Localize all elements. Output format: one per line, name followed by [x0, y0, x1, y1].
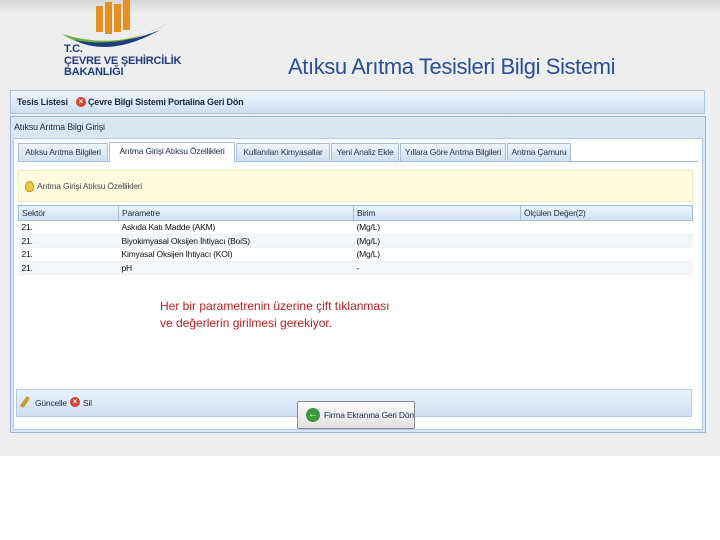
cell-measured-value[interactable] — [520, 247, 693, 262]
delete-icon: × — [70, 397, 80, 407]
section-label: Arıtma Girişi Atıksu Özellikleri — [37, 181, 143, 191]
return-to-company-button[interactable]: ← Firma Ekranına Geri Dön — [297, 401, 415, 429]
facility-list-link[interactable]: Tesis Listesi — [17, 97, 68, 107]
app-window: T.C. ÇEVRE VE ŞEHİRCİLİK BAKANLIĞI Atıks… — [0, 0, 720, 456]
tab-treatment-info[interactable]: Atıksu Arıtma Bilgileri — [18, 143, 108, 161]
cell-unit: (Mg/L) — [353, 234, 521, 248]
org-line-1: T.C. — [64, 43, 83, 55]
cell-sector: 21. — [18, 234, 119, 248]
main-panel: Atıksu Arıtma Bilgi Girişi Atıksu Arıtma… — [10, 116, 706, 433]
pencil-icon — [19, 395, 31, 409]
tab-sludge[interactable]: Arıtma Çamuru — [507, 143, 571, 161]
tab-new-analysis[interactable]: Yeni Analiz Ekle — [331, 143, 399, 161]
cell-sector: 21. — [18, 261, 119, 275]
cell-parameter: pH — [118, 261, 354, 275]
instruction-note: Her bir parametrenin üzerine çift tıklan… — [160, 298, 389, 332]
top-toolbar: Tesis Listesi × Çevre Bilgi Sistemi Port… — [10, 90, 705, 114]
table-header-row: Sektör Parametre Birim Ölçülen Değer(2) — [18, 205, 693, 221]
back-arrow-icon: ← — [306, 408, 320, 422]
tab-bar: Atıksu Arıtma Bilgileri Arıtma Girişi At… — [18, 142, 698, 162]
column-header-sector[interactable]: Sektör — [18, 205, 119, 221]
cell-parameter: Kimyasal Oksijen İhtiyacı (KOI) — [118, 247, 354, 262]
close-icon: × — [76, 97, 86, 107]
parameters-table: Sektör Parametre Birim Ölçülen Değer(2) … — [18, 205, 693, 275]
tab-yearly-info[interactable]: Yıllara Göre Arıtma Bilgileri — [400, 143, 506, 161]
section-header: Arıtma Girişi Atıksu Özellikleri — [18, 170, 693, 202]
delete-button[interactable]: Sil — [83, 398, 92, 408]
column-header-parameter[interactable]: Parametre — [118, 205, 354, 221]
table-row[interactable]: 21. pH - — [18, 261, 693, 275]
tab-chemicals[interactable]: Kullanılan Kimyasallar — [236, 143, 330, 161]
ministry-name: T.C. ÇEVRE VE ŞEHİRCİLİK BAKANLIĞI — [64, 43, 181, 79]
return-button-label: Firma Ekranına Geri Dön — [324, 410, 414, 420]
column-header-unit[interactable]: Birim — [353, 205, 521, 221]
column-header-measured-value[interactable]: Ölçülen Değer(2) — [520, 205, 693, 221]
panel-title: Atıksu Arıtma Bilgi Girişi — [14, 122, 105, 132]
cell-parameter: Askıda Katı Madde (AKM) — [118, 220, 354, 235]
portal-return-link[interactable]: Çevre Bilgi Sistemi Portalina Geri Dön — [88, 97, 244, 107]
note-line-2: ve değerlerin girilmesi gerekiyor. — [160, 316, 333, 330]
app-title: Atıksu Arıtma Tesisleri Bilgi Sistemi — [288, 54, 616, 79]
table-row[interactable]: 21. Biyokimyasal Oksijen İhtiyacı (BoiS)… — [18, 234, 693, 248]
cell-measured-value[interactable] — [520, 261, 693, 275]
tab-inlet-properties[interactable]: Arıtma Girişi Atıksu Özellikleri — [109, 142, 235, 162]
cell-measured-value[interactable] — [520, 220, 693, 235]
panel-content: Atıksu Arıtma Bilgileri Arıtma Girişi At… — [13, 138, 703, 430]
cell-unit: (Mg/L) — [353, 247, 521, 262]
update-button[interactable]: Güncelle — [35, 398, 67, 408]
org-line-3: BAKANLIĞI — [64, 66, 124, 78]
table-row[interactable]: 21. Kimyasal Oksijen İhtiyacı (KOI) (Mg/… — [18, 247, 693, 262]
table-row[interactable]: 21. Askıda Katı Madde (AKM) (Mg/L) — [18, 220, 693, 235]
cell-parameter: Biyokimyasal Oksijen İhtiyacı (BoiS) — [118, 234, 354, 248]
cell-unit: (Mg/L) — [353, 220, 521, 235]
lightbulb-icon — [25, 181, 34, 192]
cell-sector: 21. — [18, 247, 119, 262]
cell-measured-value[interactable] — [520, 234, 693, 248]
cell-unit: - — [353, 261, 521, 275]
cell-sector: 21. — [18, 220, 119, 235]
note-line-1: Her bir parametrenin üzerine çift tıklan… — [160, 299, 390, 313]
